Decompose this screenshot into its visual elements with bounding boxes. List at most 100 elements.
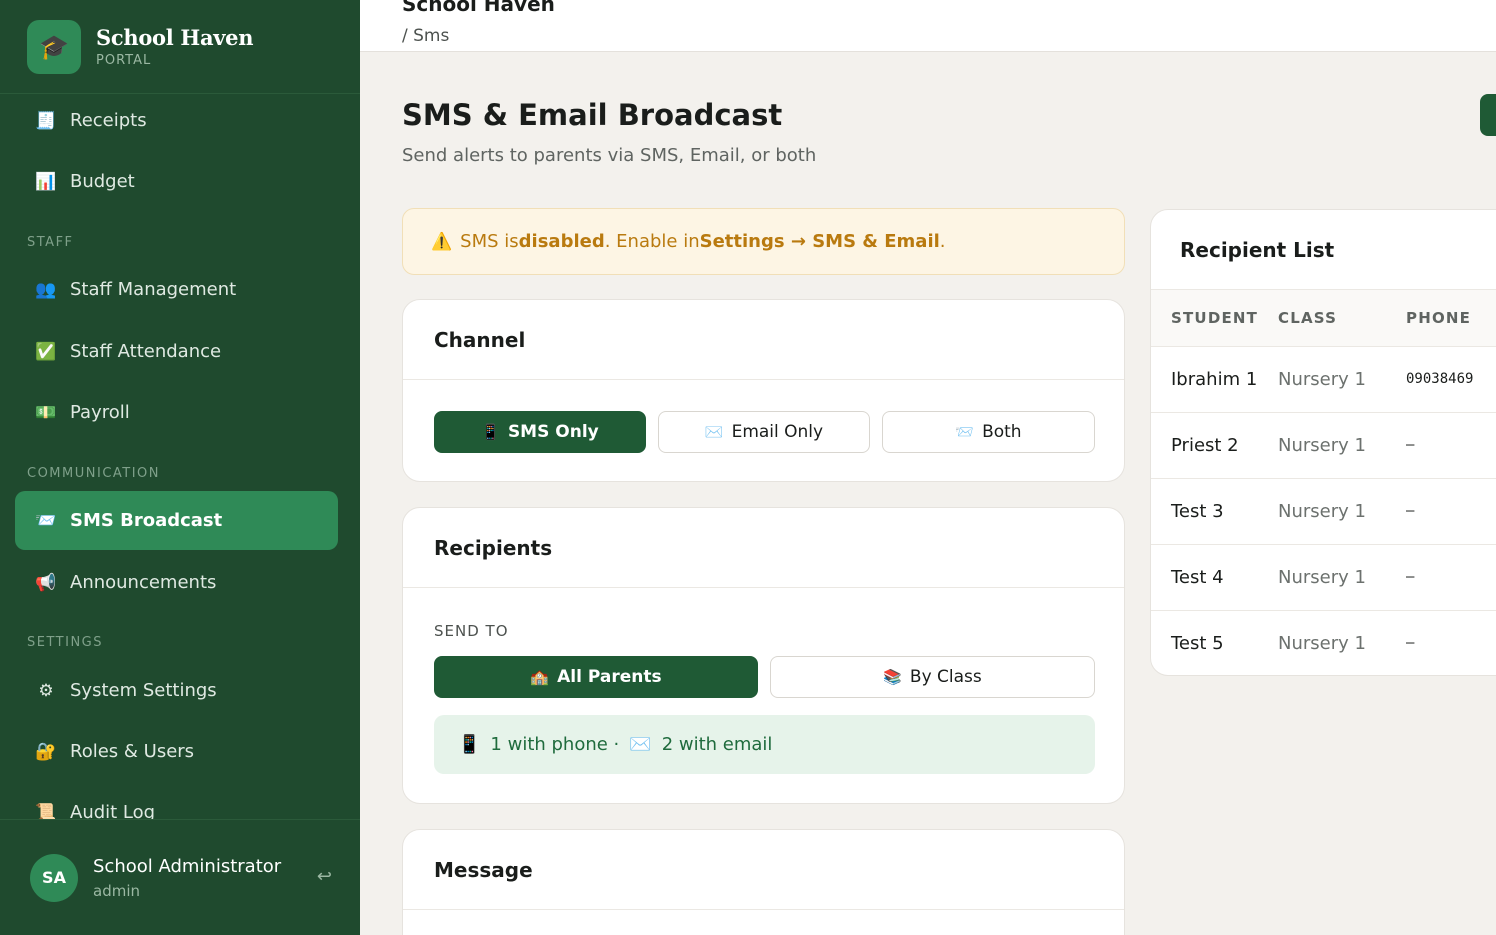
recipients-card: Recipients SEND TO 🏫 All Parents 📚 By Cl… — [402, 507, 1125, 804]
table-header-row: STUDENT CLASS PHONE — [1151, 290, 1496, 347]
card-title: Recipient List — [1151, 210, 1496, 290]
recipient-stats: 📱 1 with phone · ✉️ 2 with email — [434, 715, 1095, 774]
bar-chart-icon: 📊 — [35, 171, 57, 192]
column-header-student: STUDENT — [1151, 290, 1278, 347]
gear-icon: ⚙ — [38, 680, 54, 701]
logout-icon[interactable]: ↩ — [317, 866, 332, 887]
app-title: School Haven — [402, 0, 555, 16]
alert-text: . Enable in — [604, 231, 700, 252]
card-title: Channel — [403, 300, 1124, 380]
student-cell: Test 4 — [1151, 544, 1278, 611]
header-action-button[interactable] — [1480, 94, 1496, 136]
receipt-icon: 🧾 — [35, 110, 57, 131]
alert-status: disabled — [518, 231, 605, 252]
student-cell: Test 5 — [1151, 610, 1278, 675]
envelope-icon: 📨 — [35, 510, 57, 531]
sidebar-item-label: Staff Management — [70, 279, 237, 300]
sidebar-item-label: SMS Broadcast — [70, 510, 223, 531]
sidebar-item-system-settings[interactable]: ⚙ System Settings — [15, 661, 338, 720]
email-count: 2 with email — [661, 734, 773, 755]
phone-cell: 09038469 — [1406, 346, 1496, 413]
class-cell: Nursery 1 — [1278, 544, 1406, 611]
avatar: SA — [30, 853, 78, 902]
envelope-icon: ✉️ — [629, 734, 652, 755]
column-header-class: CLASS — [1278, 290, 1406, 347]
user-role: admin — [93, 881, 140, 900]
class-cell: Nursery 1 — [1278, 610, 1406, 675]
sidebar-item-announcements[interactable]: 📢 Announcements — [15, 553, 338, 612]
phone-cell: – — [1406, 544, 1496, 611]
section-settings: SETTINGS — [27, 635, 104, 650]
all-parents-button[interactable]: 🏫 All Parents — [434, 656, 758, 698]
brand-subtitle: PORTAL — [96, 53, 152, 68]
sidebar-item-sms-broadcast[interactable]: 📨 SMS Broadcast — [15, 491, 338, 550]
sidebar: 🎓 School Haven PORTAL 🧾 Receipts 📊 Budge… — [0, 0, 360, 935]
sidebar-item-audit-log[interactable]: 📜 Audit Log — [15, 783, 338, 819]
student-cell: Priest 2 — [1151, 412, 1278, 479]
sms-disabled-alert: ⚠️ SMS is disabled . Enable in Settings … — [402, 208, 1125, 275]
card-title: Recipients — [403, 508, 1124, 588]
message-card: Message — [402, 829, 1125, 935]
table-row: Priest 2 Nursery 1 – — [1151, 412, 1496, 479]
graduation-cap-icon: 🎓 — [27, 19, 81, 74]
sidebar-item-label: Announcements — [70, 572, 217, 593]
warning-icon: ⚠️ — [431, 231, 453, 252]
brand-name: School Haven — [96, 25, 254, 50]
lock-icon: 🔐 — [35, 741, 57, 762]
sidebar-item-label: Staff Attendance — [70, 341, 222, 362]
school-icon: 🏫 — [530, 668, 550, 686]
recipient-list-card: Recipient List STUDENT CLASS PHONE Ibrah… — [1150, 209, 1496, 676]
user-profile: SA School Administrator admin ↩ — [0, 819, 360, 935]
by-class-button[interactable]: 📚 By Class — [770, 656, 1095, 698]
sidebar-item-label: Payroll — [70, 402, 130, 423]
page-title: SMS & Email Broadcast — [402, 98, 783, 132]
section-staff: STAFF — [27, 235, 74, 250]
channel-both-button[interactable]: 📨 Both — [882, 411, 1095, 453]
button-label: All Parents — [557, 667, 662, 687]
button-label: Both — [982, 422, 1022, 442]
sidebar-nav: 🧾 Receipts 📊 Budget STAFF 👥 Staff Manage… — [0, 94, 360, 819]
sidebar-item-label: Receipts — [70, 110, 147, 131]
sidebar-item-staff-management[interactable]: 👥 Staff Management — [15, 260, 338, 319]
channel-card: Channel 📱 SMS Only ✉️ Email Only 📨 Both — [402, 299, 1125, 482]
button-label: SMS Only — [507, 422, 599, 442]
channel-sms-only-button[interactable]: 📱 SMS Only — [434, 411, 646, 453]
phone-icon: 📱 — [458, 734, 481, 755]
button-label: Email Only — [731, 422, 824, 442]
sidebar-item-label: Roles & Users — [70, 741, 195, 762]
breadcrumb: / Sms — [402, 26, 450, 46]
alert-text: SMS is — [460, 231, 519, 252]
megaphone-icon: 📢 — [35, 572, 57, 593]
table-row: Ibrahim 1 Nursery 1 09038469 — [1151, 346, 1496, 413]
table-row: Test 3 Nursery 1 – — [1151, 478, 1496, 545]
sidebar-item-label: System Settings — [70, 680, 217, 701]
checkmark-icon: ✅ — [35, 341, 57, 362]
sidebar-item-label: Budget — [70, 171, 135, 192]
user-name: School Administrator — [93, 855, 282, 877]
envelope-icon: ✉️ — [704, 423, 724, 441]
column-header-phone: PHONE — [1406, 290, 1496, 347]
settings-link[interactable]: Settings → SMS & Email — [700, 231, 940, 252]
sidebar-item-receipts[interactable]: 🧾 Receipts — [15, 94, 338, 150]
class-cell: Nursery 1 — [1278, 412, 1406, 479]
page-subtitle: Send alerts to parents via SMS, Email, o… — [402, 145, 817, 166]
button-label: By Class — [909, 667, 982, 687]
recipient-table: STUDENT CLASS PHONE Ibrahim 1 Nursery 1 … — [1151, 290, 1496, 675]
channel-email-only-button[interactable]: ✉️ Email Only — [658, 411, 870, 453]
sidebar-item-staff-attendance[interactable]: ✅ Staff Attendance — [15, 322, 338, 381]
sidebar-item-label: Audit Log — [70, 802, 156, 819]
class-cell: Nursery 1 — [1278, 346, 1406, 413]
phone-icon: 📱 — [481, 423, 500, 441]
sidebar-item-roles-users[interactable]: 🔐 Roles & Users — [15, 722, 338, 781]
envelope-icon: 📨 — [955, 423, 975, 441]
people-icon: 👥 — [35, 279, 57, 300]
table-row: Test 4 Nursery 1 – — [1151, 544, 1496, 611]
student-cell: Ibrahim 1 — [1151, 346, 1278, 413]
send-to-label: SEND TO — [434, 622, 509, 640]
top-bar: School Haven / Sms — [360, 0, 1496, 52]
sidebar-item-budget[interactable]: 📊 Budget — [15, 152, 338, 211]
section-communication: COMMUNICATION — [27, 466, 161, 481]
alert-text: . — [939, 231, 946, 252]
sidebar-item-payroll[interactable]: 💵 Payroll — [15, 383, 338, 442]
brand[interactable]: 🎓 School Haven PORTAL — [0, 0, 360, 94]
